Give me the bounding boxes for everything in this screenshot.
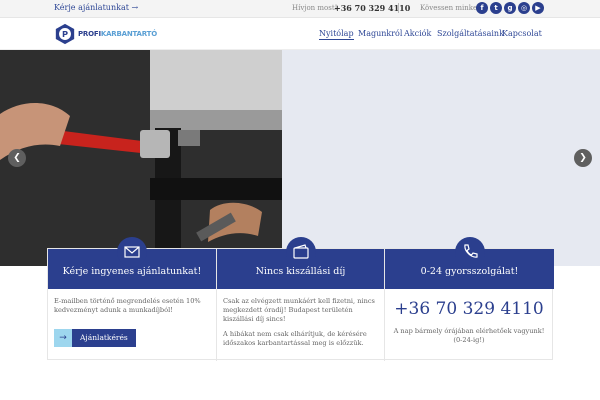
request-quote-button-label: Ajánlatkérés xyxy=(72,329,136,347)
feature-text-block: Csak az elvégzett munkáért kell fizetni,… xyxy=(223,297,379,348)
nav-item-contact[interactable]: Kapcsolat xyxy=(502,29,542,38)
request-quote-link[interactable]: Kérje ajánlatunkat → xyxy=(54,3,138,12)
nav-item-services[interactable]: Szolgáltatásaink xyxy=(437,29,504,38)
logo-letter: P xyxy=(62,29,68,39)
feature-text: Csak az elvégzett munkáért kell fizetni,… xyxy=(223,297,375,323)
arrow-right-icon: → xyxy=(54,329,72,347)
logo-name-bold: PROFI xyxy=(78,30,101,38)
call-now-label: Hívjon most! xyxy=(292,4,338,12)
request-quote-button[interactable]: → Ajánlatkérés xyxy=(54,329,136,347)
feature-boxes: Kérje ingyenes ajánlatunkat! E-mailben t… xyxy=(47,237,554,361)
phone-icon xyxy=(455,237,485,267)
instagram-icon[interactable]: ◎ xyxy=(518,2,530,14)
chevron-right-icon[interactable]: ❯ xyxy=(574,149,592,167)
hero-slide-background xyxy=(282,50,600,266)
facebook-icon[interactable]: f xyxy=(476,2,488,14)
chevron-left-icon[interactable]: ❮ xyxy=(8,149,26,167)
follow-us-label: Kövessen minket: xyxy=(420,4,483,12)
youtube-icon[interactable]: ▶ xyxy=(532,2,544,14)
logo-mark-icon: P xyxy=(55,23,75,45)
logo-text: PROFIKARBANTARTÓ xyxy=(78,30,157,38)
logo[interactable]: P PROFIKARBANTARTÓ xyxy=(54,22,157,46)
google-plus-icon[interactable]: g xyxy=(504,2,516,14)
hero-slider: ❮ ❯ xyxy=(0,50,600,266)
feature-free-quote: Kérje ingyenes ajánlatunkat! E-mailben t… xyxy=(48,237,216,361)
feature-24h-service: 0-24 gyorsszolgálat! +36 70 329 4110 A n… xyxy=(384,237,554,361)
logo-name-light: KARBANTARTÓ xyxy=(100,30,157,38)
top-bar: Kérje ajánlatunkat → Hívjon most! +36 70… xyxy=(0,0,600,18)
wallet-icon xyxy=(286,237,316,267)
nav-item-offers[interactable]: Akciók xyxy=(404,29,431,38)
feature-text: A nap bármely órájában elérhetőek vagyun… xyxy=(393,327,545,344)
main-header: P PROFIKARBANTARTÓ Nyitólap Magunkról Ak… xyxy=(0,18,600,50)
feature-text-secondary: A hibákat nem csak elhárítjuk, de kérésé… xyxy=(223,330,367,347)
feature-text: E-mailben történő megrendelés esetén 10%… xyxy=(54,297,201,314)
top-divider xyxy=(398,3,399,13)
feature-no-travel-fee: Nincs kiszállási díj Csak az elvégzett m… xyxy=(216,237,384,361)
plumbing-illustration xyxy=(0,50,282,266)
nav-item-about[interactable]: Magunkról xyxy=(358,29,402,38)
twitter-icon[interactable]: t xyxy=(490,2,502,14)
big-phone-number[interactable]: +36 70 329 4110 xyxy=(385,299,553,319)
nav-item-home[interactable]: Nyitólap xyxy=(319,29,354,40)
envelope-icon xyxy=(117,237,147,267)
hero-plumber-image xyxy=(0,50,282,266)
